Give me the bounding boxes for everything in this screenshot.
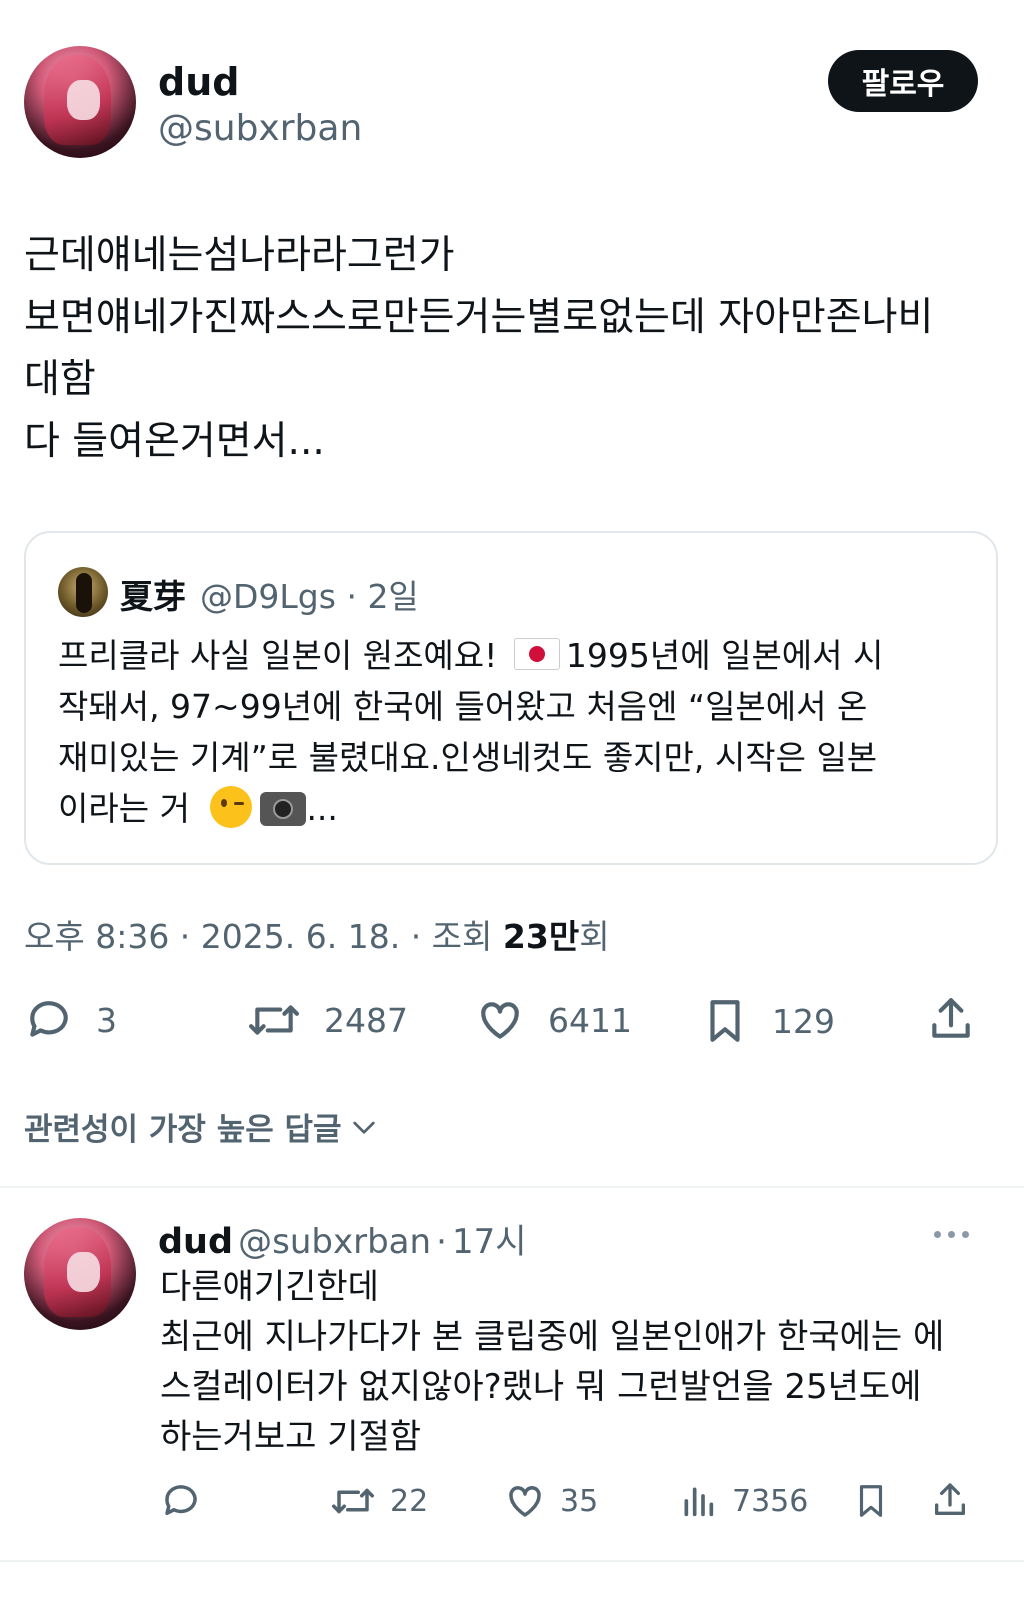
bookmark-count: 129	[772, 1001, 835, 1041]
reply-views-button[interactable]: 7356	[678, 1480, 808, 1522]
replies-sort-label: 관련성이 가장 높은 답글	[24, 1112, 342, 1148]
reply-author-handle[interactable]: @subxrban	[238, 1222, 431, 1262]
tweet-text-line: 보면얘네가진짜스스로만든거는별로없는데 자아만존나비	[24, 295, 934, 340]
reply-like-button[interactable]: 35	[504, 1480, 598, 1522]
chevron-down-icon	[352, 1121, 375, 1134]
quote-text-segment: 프리클라 사실 일본이 원조예요!	[58, 636, 498, 675]
like-count: 6411	[548, 1000, 632, 1040]
retweet-icon	[248, 1005, 299, 1035]
tweet-meta: 오후 8:36 · 2025. 6. 18. · 조회 23만회	[24, 910, 610, 958]
meta-separator: ·	[346, 577, 357, 616]
winking-face-icon	[210, 786, 253, 828]
reply-like-count: 35	[560, 1483, 599, 1519]
bookmark-button[interactable]: 129	[700, 995, 835, 1047]
reply-time[interactable]: 17시	[452, 1222, 527, 1262]
author-avatar[interactable]	[24, 46, 136, 158]
author-name[interactable]: dud	[158, 60, 239, 104]
views-count: 23만	[502, 917, 580, 956]
quote-author-avatar	[58, 567, 108, 617]
reply-share-button[interactable]	[930, 1478, 984, 1522]
quote-author-handle: @D9Lgs	[200, 577, 336, 616]
reply-reply-button[interactable]	[160, 1480, 216, 1522]
quote-author-name: 夏芽	[120, 577, 186, 616]
tweet-text-line: 근데얘네는섬나라라그런가	[24, 233, 455, 278]
quote-text-segment: 1995년에 일본에서 시	[565, 636, 884, 675]
divider	[0, 1560, 1024, 1562]
japan-flag-icon	[513, 638, 560, 670]
reply-retweet-button[interactable]: 22	[330, 1480, 428, 1522]
author-handle[interactable]: @subxrban	[158, 108, 362, 149]
tweet-text: 근데얘네는섬나라라그런가 보면얘네가진짜스스로만든거는별로없는데 자아만존나비 …	[24, 225, 1004, 473]
more-icon	[934, 1230, 969, 1238]
reply-retweet-count: 22	[390, 1483, 429, 1519]
quote-author-meta: @D9Lgs · 2일	[200, 570, 419, 618]
like-icon	[481, 1002, 519, 1039]
like-button[interactable]: 6411	[474, 995, 632, 1045]
views-icon	[684, 1487, 714, 1517]
divider	[0, 1186, 1024, 1188]
meta-separator: ·	[436, 1222, 447, 1262]
reply-text-line: 최근에 지나가다가 본 클립중에 일본인애가 한국에는 에	[160, 1317, 945, 1357]
quote-time: 2일	[367, 577, 419, 616]
tweet-text-line: 다 들여온거면서...	[24, 419, 325, 464]
reply-count: 3	[96, 1000, 117, 1040]
bookmark-icon	[859, 1485, 883, 1517]
share-button[interactable]	[926, 993, 998, 1045]
views-suffix: 회	[579, 917, 610, 956]
reply-author-name[interactable]: dud	[158, 1222, 233, 1262]
quote-text-line: 재미있는 기계”로 불렸대요.인생네컷도 좋지만, 시작은 일본	[58, 738, 878, 777]
reply-header: dud @subxrban · 17시	[158, 1214, 527, 1263]
reply-views-count: 7356	[732, 1483, 809, 1519]
share-icon	[932, 998, 970, 1038]
reply-text: 다른얘기긴한데 최근에 지나가다가 본 클립중에 일본인애가 한국에는 에 스컬…	[160, 1262, 1010, 1462]
like-icon	[509, 1486, 541, 1517]
retweet-icon	[332, 1488, 374, 1514]
replies-sort-dropdown[interactable]: 관련성이 가장 높은 답글	[24, 1104, 380, 1149]
reply-bookmark-button[interactable]	[852, 1480, 904, 1522]
retweet-count: 2487	[324, 1000, 408, 1040]
camera-flash-icon	[260, 792, 307, 826]
quote-text-segment: 이라는 거	[58, 789, 190, 828]
reply-icon	[165, 1485, 197, 1515]
reply-button[interactable]: 3	[24, 995, 117, 1045]
reply-text-line: 하는거보고 기절함	[160, 1417, 422, 1457]
quote-text-segment: ...	[306, 789, 338, 828]
quote-text-line: 작돼서, 97~99년에 한국에 들어왔고 처음엔 “일본에서 온	[58, 687, 868, 726]
tweet-text-line: 대함	[24, 357, 96, 402]
reply-author-avatar[interactable]	[24, 1218, 136, 1330]
tweet-timestamp[interactable]: 오후 8:36 · 2025. 6. 18. · 조회	[24, 917, 492, 956]
follow-button[interactable]: 팔로우	[828, 50, 978, 112]
bookmark-icon	[710, 1000, 740, 1042]
reply-text-line: 스컬레이터가 없지않아?랬나 뭐 그런발언을 25년도에	[160, 1367, 922, 1407]
quote-text: 프리클라 사실 일본이 원조예요! 1995년에 일본에서 시 작돼서, 97~…	[58, 630, 958, 834]
retweet-button[interactable]: 2487	[246, 995, 408, 1045]
reply-icon	[30, 1001, 68, 1037]
reply-text-line: 다른얘기긴한데	[160, 1267, 379, 1307]
more-button[interactable]	[934, 1222, 974, 1246]
share-icon	[935, 1483, 965, 1515]
